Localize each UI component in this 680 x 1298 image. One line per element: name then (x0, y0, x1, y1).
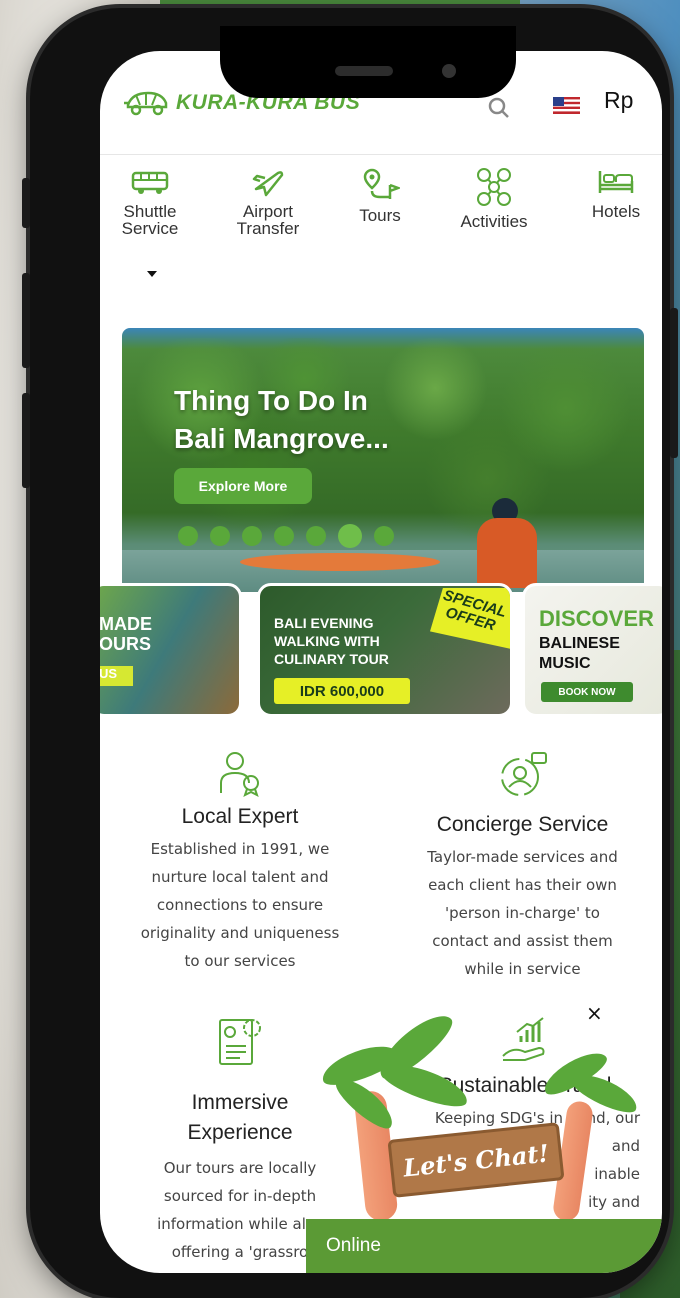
promo-heading: DISCOVER (539, 606, 654, 631)
notch-speaker (335, 66, 393, 76)
nav-item-airport-transfer[interactable]: Airport Transfer (218, 167, 318, 237)
palm-frond (377, 1056, 473, 1114)
promo-line: MADE (100, 614, 152, 634)
feature-line: while in service (464, 960, 581, 978)
feature-description: Established in 1991, we nurture local ta… (120, 835, 360, 975)
hero-title-line2: Bali Mangrove... (174, 423, 389, 454)
hero-title-line1: Thing To Do In (174, 385, 368, 416)
plane-icon (252, 171, 284, 197)
category-nav: Shuttle Service Airport Transfer Tours A… (100, 167, 662, 287)
nav-item-shuttle-service[interactable]: Shuttle Service (100, 167, 200, 277)
promo-carousel: MADE OURS US SPECIAL OFFER BALI EVENING … (100, 583, 662, 719)
lets-chat-label: Let's Chat! (401, 1137, 551, 1183)
feature-line: Our tours are locally (163, 1159, 317, 1177)
promo-card-bali-evening-walking[interactable]: SPECIAL OFFER BALI EVENING WALKING WITH … (257, 583, 513, 717)
hero-title: Thing To Do In Bali Mangrove... (174, 382, 389, 458)
search-icon[interactable] (488, 97, 510, 119)
feature-title: Local Expert (181, 805, 299, 828)
turtle-bus-logo-icon (124, 91, 168, 116)
promo-subheading: BALINESE MUSIC (539, 634, 620, 674)
hero-kayak (240, 553, 440, 571)
chevron-down-icon[interactable] (147, 271, 157, 277)
feature-line: Established in 1991, we (150, 840, 330, 858)
phone-button-power (670, 308, 678, 458)
promo-line: BALI EVENING (274, 615, 374, 631)
promo-line: BALINESE (539, 635, 620, 652)
hero-banner[interactable]: Thing To Do In Bali Mangrove... Explore … (122, 328, 644, 592)
nav-label: Airport Transfer (236, 202, 300, 238)
phone-button-volume-up (22, 273, 30, 368)
feature-line: originality and uniqueness (140, 924, 340, 942)
phone-screen: KURA-KURA BUS Rp Shuttle Service Airport… (100, 51, 662, 1273)
phone-notch (220, 26, 516, 98)
nav-label: Tours (359, 206, 401, 225)
feature-line: nurture local talent and (151, 868, 329, 886)
notch-camera (442, 64, 456, 78)
promo-card-title: MADE OURS (100, 614, 152, 654)
promo-card-balinese-music[interactable]: DISCOVER BALINESE MUSIC BOOK NOW (522, 583, 662, 717)
nav-item-tours[interactable]: Tours (330, 167, 430, 224)
chat-close-button[interactable]: × (586, 1001, 603, 1025)
immersive-doc-icon (219, 1019, 261, 1065)
carousel-dot[interactable] (306, 526, 326, 546)
feature-line: each client has their own (428, 876, 617, 894)
feature-line: information while also (157, 1215, 323, 1233)
chat-online-bar[interactable]: Online (306, 1219, 662, 1273)
carousel-dot[interactable] (374, 526, 394, 546)
feature-line: Taylor-made services and (427, 848, 618, 866)
feature-concierge-service: Concierge Service Taylor-made services a… (400, 749, 645, 983)
nav-label: Activities (460, 212, 528, 231)
bed-icon (598, 171, 634, 193)
chat-status-label: Online (326, 1235, 381, 1256)
carousel-dots (178, 524, 394, 548)
carousel-dot[interactable] (178, 526, 198, 546)
feature-title-line: Experience (187, 1121, 293, 1144)
currency-selector[interactable]: Rp (604, 87, 633, 114)
promo-line: MUSIC (539, 655, 591, 672)
book-now-button[interactable]: BOOK NOW (541, 682, 633, 702)
feature-title-line: Immersive (191, 1091, 289, 1114)
promo-line: WALKING WITH (274, 633, 380, 649)
us-flag-icon[interactable] (553, 97, 580, 114)
hero-paddler (477, 518, 537, 588)
carousel-dot[interactable] (242, 526, 262, 546)
concierge-icon (500, 752, 547, 796)
promo-card-title: BALI EVENING WALKING WITH CULINARY TOUR (274, 614, 389, 668)
promo-tag: US (100, 666, 133, 686)
feature-line: connections to ensure (156, 896, 324, 914)
feature-description: Taylor-made services and each client has… (400, 843, 645, 983)
nav-label: Hotels (591, 202, 641, 221)
promo-card-tailor-made-tours[interactable]: MADE OURS US (100, 583, 242, 717)
promo-line: CULINARY TOUR (274, 651, 389, 667)
phone-button-volume-down (22, 393, 30, 488)
local-expert-icon (220, 752, 259, 797)
feature-local-expert: Local Expert Established in 1991, we nur… (120, 749, 360, 975)
feature-line: contact and assist them (432, 932, 613, 950)
bus-icon (131, 171, 169, 194)
activities-icon (477, 168, 511, 206)
feature-line: sourced for in-depth (163, 1187, 317, 1205)
feature-line: offering a 'grassro (171, 1243, 309, 1261)
nav-item-activities[interactable]: Activities (444, 167, 544, 230)
nav-item-hotels[interactable]: Hotels (566, 167, 662, 220)
nav-label: Shuttle Service (121, 202, 179, 238)
promo-line: OURS (100, 634, 152, 654)
carousel-dot[interactable] (274, 526, 294, 546)
carousel-dot[interactable] (210, 526, 230, 546)
explore-more-button[interactable]: Explore More (174, 468, 312, 504)
feature-line: 'person in-charge' to (445, 904, 600, 922)
route-pin-icon (363, 168, 400, 199)
feature-title: Immersive Experience (130, 1088, 350, 1148)
phone-button-mute (22, 178, 30, 228)
feature-line: to our services (184, 952, 296, 970)
carousel-dot-active[interactable] (338, 524, 362, 548)
feature-title: Concierge Service (436, 813, 609, 836)
phone-frame: KURA-KURA BUS Rp Shuttle Service Airport… (22, 8, 678, 1298)
promo-price: IDR 600,000 (274, 678, 410, 704)
